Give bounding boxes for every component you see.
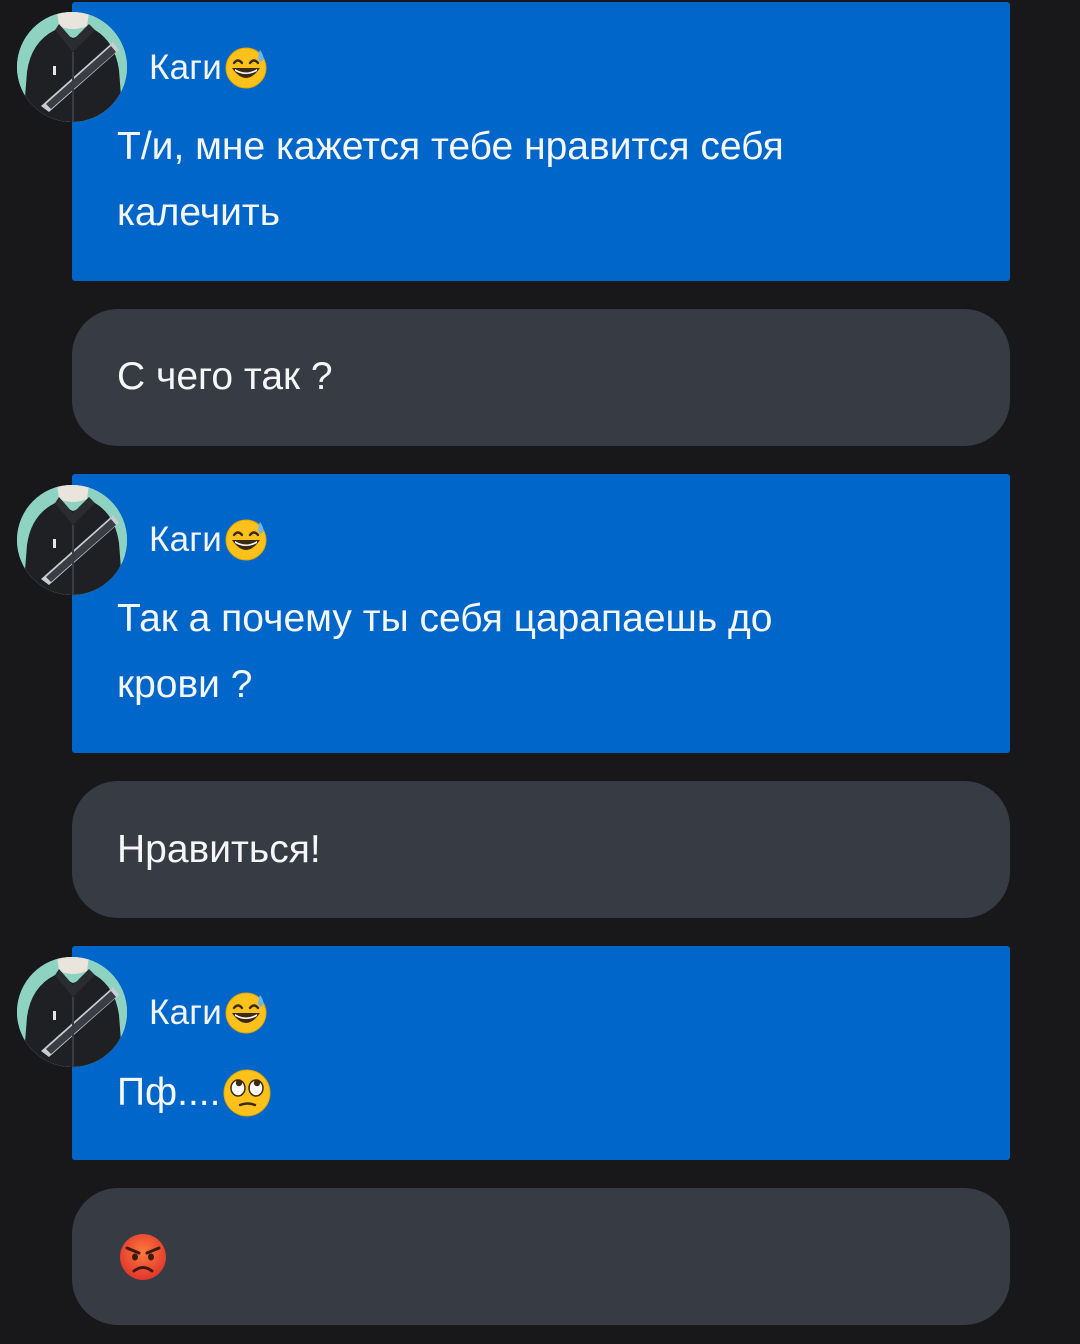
sender-name-row: Каги bbox=[149, 991, 268, 1035]
sent-message-bubble[interactable] bbox=[72, 1188, 1010, 1325]
message-text-line: крови ? bbox=[117, 663, 253, 706]
sender-name: Каги bbox=[149, 48, 222, 87]
sender-name: Каги bbox=[149, 520, 222, 559]
grinning-sweat-emoji-icon bbox=[224, 991, 268, 1035]
sender-avatar[interactable] bbox=[17, 957, 127, 1067]
grinning-sweat-emoji-icon bbox=[224, 46, 268, 90]
message-text: Пф.... bbox=[117, 1060, 957, 1126]
message-text-line: калечить bbox=[117, 191, 281, 234]
message-text-line: Т/и, мне кажется тебе нравится себя bbox=[117, 125, 784, 168]
sender-name-row: Каги bbox=[149, 46, 268, 90]
sender-avatar[interactable] bbox=[17, 12, 127, 122]
sender-name: Каги bbox=[149, 993, 222, 1032]
message-text: Т/и, мне кажется тебе нравится себя кале… bbox=[117, 114, 957, 246]
message-text-line: С чего так ? bbox=[117, 355, 333, 398]
eye-roll-emoji-icon bbox=[222, 1068, 272, 1118]
message-text: С чего так ? bbox=[117, 344, 957, 410]
received-message-bubble[interactable] bbox=[72, 946, 1010, 1160]
message-text-line: Так а почему ты себя царапаешь до bbox=[117, 597, 773, 640]
message-text-line: Нравиться! bbox=[117, 828, 321, 871]
sender-avatar[interactable] bbox=[17, 485, 127, 595]
sender-name-row: Каги bbox=[149, 518, 268, 562]
angry-face-emoji-icon bbox=[118, 1232, 168, 1282]
message-text-line: Пф.... bbox=[117, 1071, 221, 1114]
message-text: Нравиться! bbox=[117, 817, 957, 883]
message-text: Так а почему ты себя царапаешь до крови … bbox=[117, 586, 957, 718]
grinning-sweat-emoji-icon bbox=[224, 518, 268, 562]
